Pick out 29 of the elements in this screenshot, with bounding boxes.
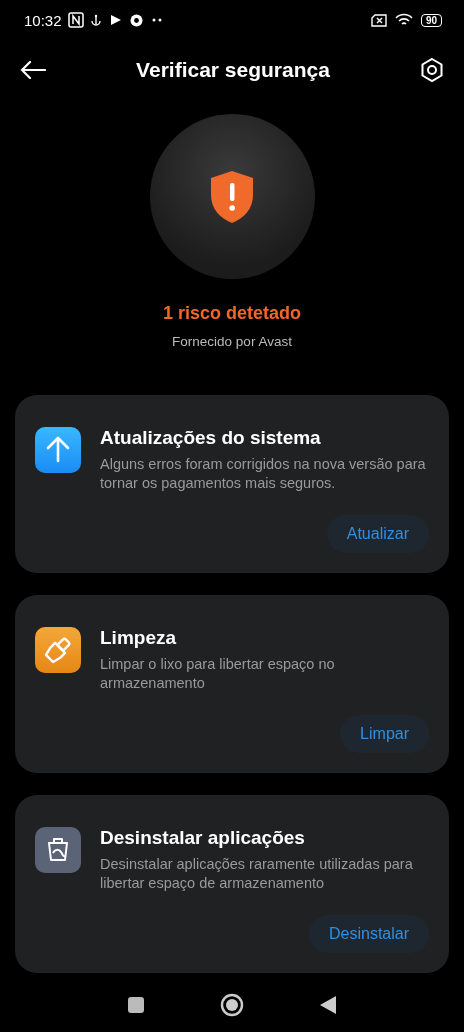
play-store-icon <box>109 14 122 26</box>
anchor-icon <box>89 14 102 26</box>
card-description: Desinstalar aplicações raramente utilizadas para libertar espaço de armazenamento <box>100 855 414 893</box>
page-title: Verificar segurança <box>135 58 331 82</box>
action-button[interactable]: Atualizar <box>326 515 429 553</box>
card-title: Atualizações do sistema <box>100 427 322 449</box>
provider-text: Fornecido por Avast <box>172 334 292 349</box>
risk-headline: 1 risco detetado <box>162 303 301 324</box>
brush-icon <box>35 627 81 673</box>
home-icon[interactable] <box>220 993 244 1017</box>
recent-apps-icon[interactable] <box>127 996 146 1014</box>
trash-bin-icon <box>35 827 81 873</box>
back-icon[interactable] <box>318 995 337 1015</box>
status-time: 10:32 <box>24 11 62 29</box>
warning-shield-icon <box>209 169 255 224</box>
action-button[interactable]: Desinstalar <box>308 915 429 953</box>
nfc-icon <box>67 12 84 28</box>
settings-icon[interactable] <box>420 57 444 83</box>
chrome-icon <box>129 13 143 27</box>
card-description: Limpar o lixo para libertar espaço no armazenamento <box>100 655 336 693</box>
battery-level: 90 <box>420 13 442 27</box>
back-arrow-icon[interactable] <box>20 61 46 79</box>
more-dots-icon <box>150 18 163 22</box>
action-button[interactable]: Limpar <box>340 715 429 753</box>
card-description: Alguns erros foram corrigidos na nova versão para tornar os pagamentos mais seguros. <box>100 455 427 493</box>
card-title: Desinstalar aplicações <box>100 827 306 849</box>
wifi-icon <box>394 13 413 27</box>
no-sim-icon <box>370 13 387 27</box>
card-title: Limpeza <box>100 627 178 649</box>
